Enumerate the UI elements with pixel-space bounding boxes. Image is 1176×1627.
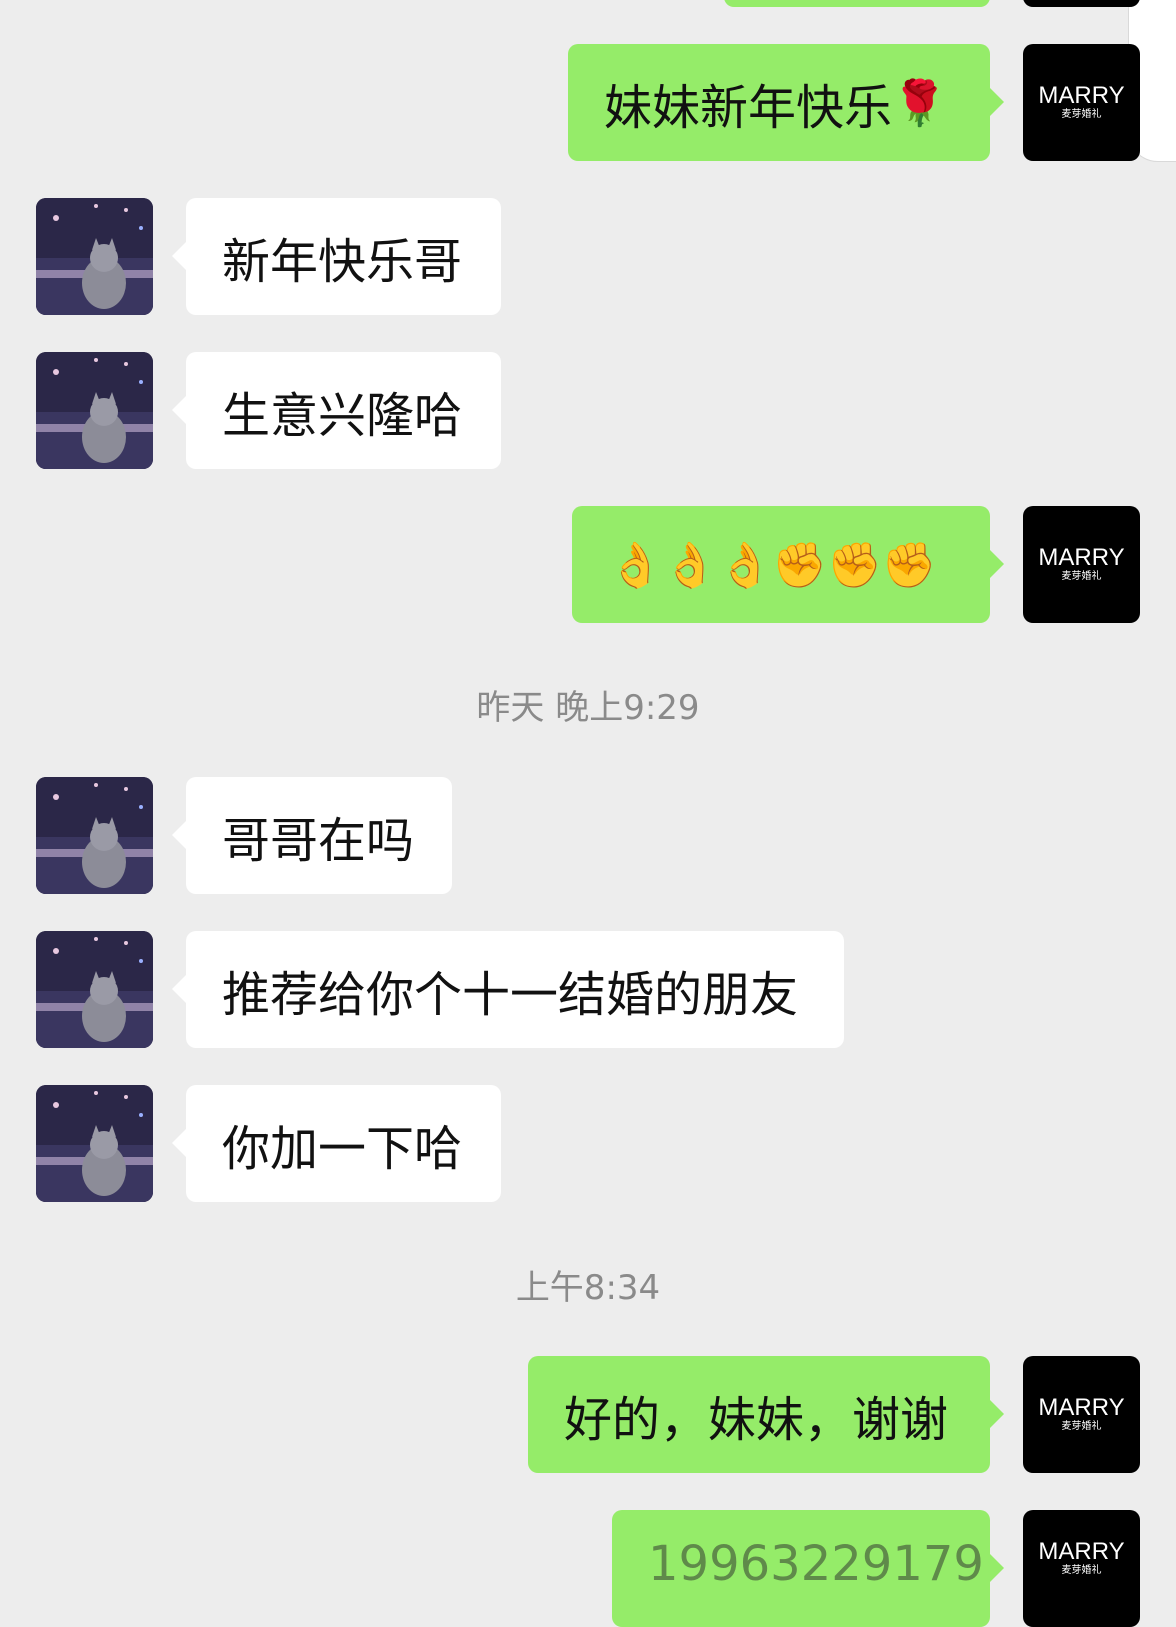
message-bubble-incoming[interactable]: 新年快乐哥	[172, 198, 501, 315]
self-avatar[interactable]: MARRY 麦芽婚礼	[1023, 1510, 1140, 1627]
message-text: 生意兴隆哈	[222, 387, 463, 444]
friend-avatar[interactable]	[36, 777, 153, 894]
message-bubble-outgoing[interactable]: 19963229179	[612, 1510, 1004, 1627]
avatar-subtitle-text: 麦芽婚礼	[1061, 109, 1102, 120]
avatar-subtitle-text: 麦芽婚礼	[1061, 1565, 1102, 1576]
message-bubble-outgoing[interactable]: 妹妹新年快乐 🌹	[568, 44, 1004, 161]
avatar-subtitle-text: 麦芽婚礼	[1061, 571, 1102, 582]
avatar-brand-text: MARRY	[1038, 544, 1125, 571]
friend-avatar[interactable]	[36, 198, 153, 315]
friend-avatar[interactable]	[36, 352, 153, 469]
self-avatar[interactable]: MARRY 麦芽婚礼	[1023, 506, 1140, 623]
message-bubble-outgoing[interactable]: 好的，妹妹，谢谢	[528, 1356, 1004, 1473]
message-text: 新年快乐哥	[222, 233, 463, 290]
message-text: 你加一下哈	[222, 1120, 463, 1177]
self-avatar[interactable]: MARRY 麦芽婚礼	[1023, 44, 1140, 161]
cat-night-scene-icon	[36, 198, 153, 315]
cat-night-scene-icon	[36, 352, 153, 469]
message-bubble-incoming[interactable]: 哥哥在吗	[172, 777, 452, 894]
avatar-brand-text: MARRY	[1038, 1538, 1125, 1565]
cat-night-scene-icon	[36, 777, 153, 894]
friend-avatar[interactable]	[36, 931, 153, 1048]
rose-emoji-icon: 🌹	[892, 77, 947, 129]
message-text: 妹妹新年快乐	[604, 79, 893, 136]
chat-message-list[interactable]: MARRY 麦芽婚礼 妹妹新年快乐 🌹 MARRY 麦芽婚礼 新年快乐哥	[0, 0, 1176, 1627]
message-text: 推荐给你个十一结婚的朋友	[222, 966, 799, 1023]
avatar-subtitle-text: 麦芽婚礼	[1061, 1421, 1102, 1432]
message-bubble-incoming[interactable]: 你加一下哈	[172, 1085, 501, 1202]
message-text: 哥哥在吗	[222, 812, 415, 869]
hand-gesture-emoji-icon: 👌👌👌✊✊✊	[608, 539, 937, 591]
cat-night-scene-icon	[36, 1085, 153, 1202]
message-bubble-outgoing[interactable]: 👌👌👌✊✊✊	[572, 506, 1004, 623]
avatar-brand-text: MARRY	[1038, 82, 1125, 109]
message-text: 好的，妹妹，谢谢	[564, 1391, 949, 1448]
timestamp: 上午8:34	[515, 1268, 661, 1308]
message-bubble-incoming[interactable]: 推荐给你个十一结婚的朋友	[172, 931, 844, 1048]
friend-avatar[interactable]	[36, 1085, 153, 1202]
message-bubble-outgoing[interactable]	[724, 0, 990, 7]
self-avatar[interactable]: MARRY 麦芽婚礼	[1023, 1356, 1140, 1473]
timestamp: 昨天 晚上9:29	[476, 688, 700, 728]
cat-night-scene-icon	[36, 931, 153, 1048]
avatar-brand-text: MARRY	[1038, 1394, 1125, 1421]
message-bubble-incoming[interactable]: 生意兴隆哈	[172, 352, 501, 469]
self-avatar[interactable]: MARRY 麦芽婚礼	[1023, 0, 1140, 7]
phone-number-text[interactable]: 19963229179	[648, 1536, 984, 1592]
